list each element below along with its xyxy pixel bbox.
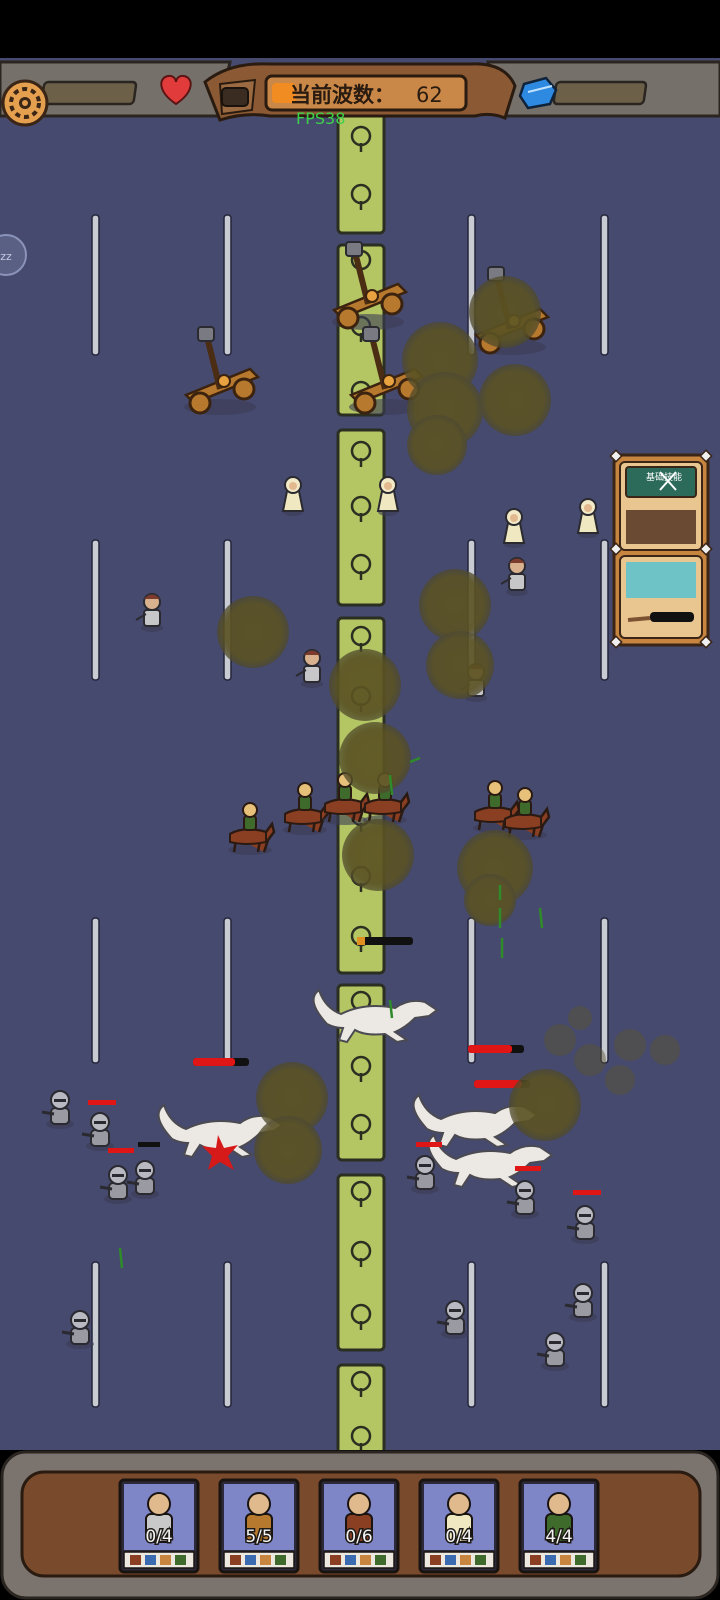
upgrade-icon: [545, 1555, 556, 1565]
upgrade-icon: [330, 1555, 341, 1565]
unit-card-cavalry[interactable]: 0/6: [318, 1478, 400, 1574]
status-bar: [0, 0, 720, 58]
svg-text:zz: zz: [0, 250, 12, 263]
wave-number: 62: [416, 83, 443, 107]
fps-counter: FPS38: [296, 109, 345, 128]
settings-button[interactable]: [1, 79, 49, 127]
unit-count: 4/4: [545, 1527, 572, 1547]
unit-count: 5/5: [245, 1527, 272, 1547]
upgrade-icon: [260, 1555, 271, 1565]
skill-panel[interactable]: 基础技能: [609, 449, 713, 649]
unit-count: 0/4: [445, 1527, 472, 1547]
upgrade-icon: [360, 1555, 371, 1565]
unit-count: 0/4: [145, 1527, 172, 1547]
health-bar: [40, 80, 138, 106]
unit-card-gunner[interactable]: 0/4: [118, 1478, 200, 1574]
upgrade-icon: [230, 1555, 241, 1565]
upgrade-icon: [345, 1555, 356, 1565]
unit-card-catapult[interactable]: 5/5: [218, 1478, 300, 1574]
wave-badge: [221, 87, 249, 107]
upgrade-icon: [160, 1555, 171, 1565]
unit-card-elf-archer[interactable]: 4/4: [518, 1478, 600, 1574]
upgrade-icon: [245, 1555, 256, 1565]
gear-icon: [1, 79, 49, 127]
upgrade-icon: [460, 1555, 471, 1565]
upgrade-icon: [145, 1555, 156, 1565]
upgrade-icon: [275, 1555, 286, 1565]
unit-count: 0/6: [345, 1527, 372, 1547]
upgrade-icon: [430, 1555, 441, 1565]
upgrade-icon: [475, 1555, 486, 1565]
upgrade-icon: [560, 1555, 571, 1565]
upgrade-icon: [130, 1555, 141, 1565]
blue-gem-icon: [518, 76, 558, 110]
upgrade-icon: [375, 1555, 386, 1565]
sword-icon: [627, 616, 651, 622]
upgrade-icon: [175, 1555, 186, 1565]
game-screen: 基础技能 zz 当前波数： 62 FPS38: [0, 0, 720, 1600]
resource-bar: [552, 80, 648, 106]
wave-label: 当前波数：: [290, 83, 395, 107]
upgrade-icon: [445, 1555, 456, 1565]
upgrade-icon: [530, 1555, 541, 1565]
upgrade-icon: [575, 1555, 586, 1565]
unit-card-priestess[interactable]: 0/4: [418, 1478, 500, 1574]
